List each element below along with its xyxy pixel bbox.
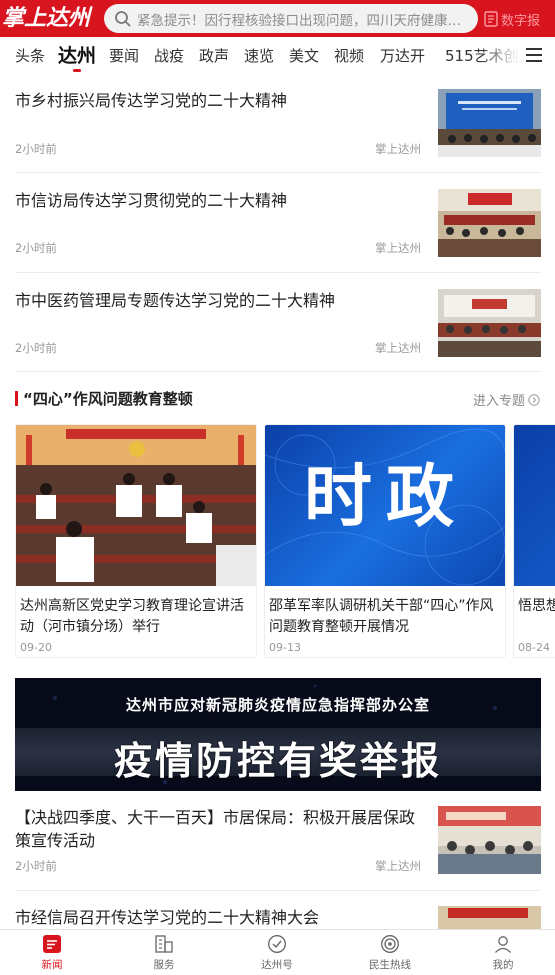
topic-card[interactable]: 时政 邵革军率队调研机关干部“四心”作风问题教育整顿开展情况 09-13 xyxy=(264,424,506,658)
top-bar: 掌上达州 紧急提示！因行程核验接口出现问题，四川天府健康通... 数字报 xyxy=(0,0,555,37)
topic-card-date: 09-13 xyxy=(269,641,301,654)
news-item[interactable]: 市中医药管理局专题传达学习党的二十大精神 2小时前 掌上达州 xyxy=(15,289,541,365)
news-item[interactable]: 市信访局传达学习贯彻党的二十大精神 2小时前 掌上达州 xyxy=(15,189,541,265)
topic-card-image xyxy=(514,425,555,586)
tab-wandakai[interactable]: 万达开 xyxy=(380,37,425,77)
news-thumbnail xyxy=(438,806,541,874)
topic-carousel[interactable]: 达州高新区党史学习教育理论宣讲活动（河市镇分场）举行 09-20 时政 邵革军率… xyxy=(15,424,555,660)
news-thumbnail xyxy=(438,906,541,929)
nav-news[interactable]: 新闻 xyxy=(7,934,97,972)
tab-dazhou[interactable]: 达州 xyxy=(58,37,96,77)
chevron-right-circle-icon xyxy=(528,393,540,406)
news-item[interactable]: 市经信局召开传达学习党的二十大精神大会 xyxy=(15,906,541,929)
news-thumbnail xyxy=(438,89,541,157)
epidemic-report-banner[interactable]: 达州市应对新冠肺炎疫情应急指挥部办公室 疫情防控有奖举报 xyxy=(15,678,541,791)
nav-service[interactable]: 服务 xyxy=(119,934,209,972)
news-title: 市经信局召开传达学习党的二十大精神大会 xyxy=(15,908,320,927)
news-title: 市信访局传达学习贯彻党的二十大精神 xyxy=(15,191,288,210)
topic-card-image xyxy=(16,425,256,586)
app-logo[interactable]: 掌上达州 xyxy=(2,2,90,34)
nav-mine[interactable]: 我的 xyxy=(458,934,548,972)
topic-card-image-text: 时政 xyxy=(303,457,468,537)
news-thumbnail xyxy=(438,189,541,257)
topic-card[interactable]: 达州高新区党史学习教育理论宣讲活动（河市镇分场）举行 09-20 xyxy=(15,424,257,658)
news-item[interactable]: 市乡村振兴局传达学习党的二十大精神 2小时前 掌上达州 xyxy=(15,89,541,165)
topic-card-title: 邵革军率队调研机关干部“四心”作风问题教育整顿开展情况 xyxy=(269,598,494,635)
news-source: 掌上达州 xyxy=(375,341,421,355)
divider xyxy=(15,371,541,372)
topic-card-title: 悟思想…军巡考… xyxy=(518,598,555,614)
divider xyxy=(15,890,541,891)
search-placeholder: 紧急提示！因行程核验接口出现问题，四川天府健康通... xyxy=(137,12,470,29)
channel-tabs: 头条 达州 要闻 战疫 政声 速览 美文 视频 万达开 515艺术创 xyxy=(0,37,555,77)
tab-politics[interactable]: 政声 xyxy=(199,37,229,77)
nav-label: 新闻 xyxy=(41,959,63,971)
nav-label: 我的 xyxy=(492,959,514,971)
tab-video[interactable]: 视频 xyxy=(334,37,364,77)
section-marker xyxy=(15,391,18,406)
news-icon xyxy=(43,935,61,953)
tab-headline[interactable]: 头条 xyxy=(15,37,45,77)
tab-news[interactable]: 要闻 xyxy=(109,37,139,77)
news-time: 2小时前 xyxy=(15,341,57,355)
topic-card-title: 达州高新区党史学习教育理论宣讲活动（河市镇分场）举行 xyxy=(20,598,244,635)
nav-dazhou-account[interactable]: 达州号 xyxy=(232,934,322,972)
news-source: 掌上达州 xyxy=(375,142,421,156)
news-title: 市乡村振兴局传达学习党的二十大精神 xyxy=(15,91,288,110)
news-title: 【决战四季度、大干一百天】市居保局：积极开展居保政策宣传活动 xyxy=(15,808,416,850)
news-source: 掌上达州 xyxy=(375,241,421,255)
tab-fade xyxy=(480,37,520,77)
topic-card-date: 08-24 xyxy=(518,641,550,654)
digital-paper-label: 数字报 xyxy=(501,13,541,29)
tab-epidemic[interactable]: 战疫 xyxy=(154,37,184,77)
topic-card[interactable]: 悟思想…军巡考… 08-24 xyxy=(513,424,555,658)
news-time: 2小时前 xyxy=(15,241,57,255)
bottom-nav: 新闻 服务 达州号 民生热线 我的 xyxy=(0,929,555,975)
user-icon xyxy=(495,936,511,953)
channel-menu-icon[interactable] xyxy=(526,48,542,62)
digital-paper-button[interactable]: 数字报 xyxy=(484,8,540,30)
nav-label: 达州号 xyxy=(261,959,293,971)
search-box[interactable]: 紧急提示！因行程核验接口出现问题，四川天府健康通... xyxy=(104,4,478,33)
tab-quick-view[interactable]: 速览 xyxy=(244,37,274,77)
newspaper-icon xyxy=(484,11,498,27)
divider xyxy=(15,272,541,273)
check-circle-icon xyxy=(268,935,286,953)
news-source: 掌上达州 xyxy=(375,859,421,873)
nav-label: 民生热线 xyxy=(369,959,411,971)
service-icon xyxy=(155,935,173,953)
divider xyxy=(15,172,541,173)
enter-topic-link[interactable]: 进入专题 xyxy=(473,390,540,409)
topic-card-image: 时政 xyxy=(265,425,505,586)
nav-hotline[interactable]: 民生热线 xyxy=(345,934,435,972)
news-item[interactable]: 【决战四季度、大干一百天】市居保局：积极开展居保政策宣传活动 2小时前 掌上达州 xyxy=(15,806,541,882)
news-time: 2小时前 xyxy=(15,142,57,156)
hotline-icon xyxy=(381,935,399,953)
banner-main-text: 疫情防控有奖举报 xyxy=(113,739,442,783)
news-time: 2小时前 xyxy=(15,859,57,873)
search-icon xyxy=(115,10,131,26)
banner-org-text: 达州市应对新冠肺炎疫情应急指挥部办公室 xyxy=(125,696,430,714)
nav-label: 服务 xyxy=(153,959,175,971)
tab-essays[interactable]: 美文 xyxy=(289,37,319,77)
topic-card-date: 09-20 xyxy=(20,641,52,654)
news-title: 市中医药管理局专题传达学习党的二十大精神 xyxy=(15,291,336,310)
section-title: “四心”作风问题教育整顿 xyxy=(23,390,193,408)
news-thumbnail xyxy=(438,289,541,357)
enter-topic-label: 进入专题 xyxy=(473,394,526,409)
